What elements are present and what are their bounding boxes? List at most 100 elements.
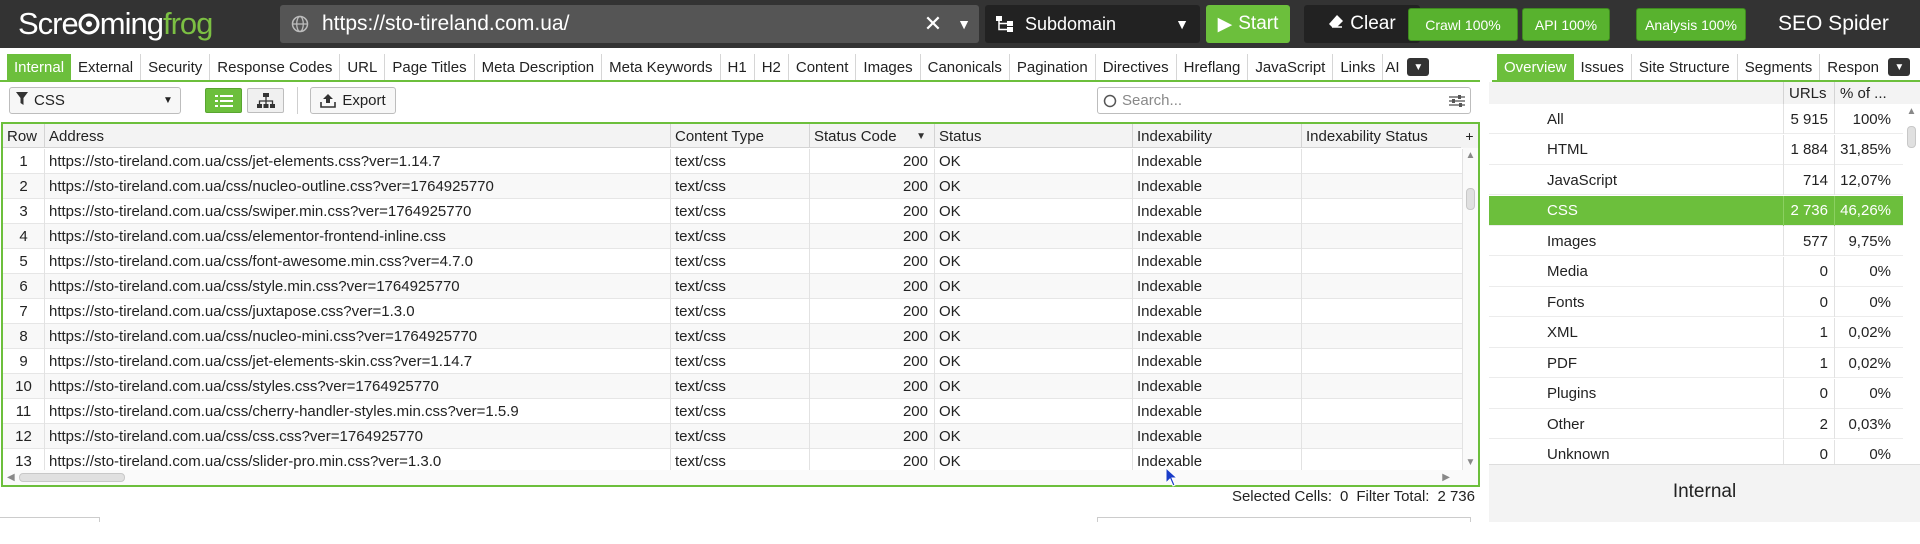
cell-status[interactable]: OK <box>935 349 1133 374</box>
cell-content-type[interactable]: text/css <box>671 349 810 374</box>
cell-status-code[interactable]: 200 <box>810 424 935 449</box>
table-row[interactable]: 5 https://sto-tireland.com.ua/css/font-aw… <box>3 249 1463 274</box>
tab-hreflang[interactable]: Hreflang <box>1177 54 1249 80</box>
tab-links[interactable]: Links <box>1333 54 1384 80</box>
cell-indexability[interactable]: Indexable <box>1133 149 1302 174</box>
cell-row[interactable]: 8 <box>3 324 45 349</box>
tab-pagination[interactable]: Pagination <box>1010 54 1096 80</box>
cell-content-type[interactable]: text/css <box>671 324 810 349</box>
tab-issues[interactable]: Issues <box>1574 54 1632 80</box>
col-percent[interactable]: % of ... <box>1834 82 1894 104</box>
overview-row-xml[interactable]: XML 1 0,02% <box>1489 317 1903 348</box>
tab-directives[interactable]: Directives <box>1096 54 1177 80</box>
cell-row[interactable]: 12 <box>3 424 45 449</box>
tab-url[interactable]: URL <box>340 54 386 80</box>
table-row[interactable]: 13 https://sto-tireland.com.ua/css/slider… <box>3 449 1463 470</box>
tab-h1[interactable]: H1 <box>721 54 755 80</box>
scroll-down-icon[interactable]: ▼ <box>1463 457 1478 468</box>
cell-address[interactable]: https://sto-tireland.com.ua/css/juxtapos… <box>45 299 671 324</box>
tab-javascript[interactable]: JavaScript <box>1248 54 1334 80</box>
cell-indexability[interactable]: Indexable <box>1133 299 1302 324</box>
table-row[interactable]: 7 https://sto-tireland.com.ua/css/juxtapo… <box>3 299 1463 324</box>
cell-indexability[interactable]: Indexable <box>1133 224 1302 249</box>
more-right-tabs-chevron-icon[interactable]: ▼ <box>1888 58 1911 76</box>
cell-indexability[interactable]: Indexable <box>1133 324 1302 349</box>
cell-status[interactable]: OK <box>935 299 1133 324</box>
cell-status-code[interactable]: 200 <box>810 324 935 349</box>
cell-content-type[interactable]: text/css <box>671 249 810 274</box>
cell-content-type[interactable]: text/css <box>671 374 810 399</box>
table-row[interactable]: 10 https://sto-tireland.com.ua/css/styles… <box>3 374 1463 399</box>
crawl-mode-select[interactable]: Subdomain ▼ <box>985 5 1200 43</box>
scroll-up-icon[interactable]: ▲ <box>1463 150 1478 161</box>
cell-content-type[interactable]: text/css <box>671 299 810 324</box>
table-row[interactable]: 2 https://sto-tireland.com.ua/css/nucleo-… <box>3 174 1463 199</box>
scroll-up-icon[interactable]: ▲ <box>1903 106 1920 117</box>
overview-row-css[interactable]: CSS 2 736 46,26% <box>1489 195 1903 226</box>
horizontal-scrollbar[interactable]: ◀ ▶ <box>3 470 1478 485</box>
cell-address[interactable]: https://sto-tireland.com.ua/css/nucleo-m… <box>45 324 671 349</box>
cell-row[interactable]: 13 <box>3 449 45 470</box>
tab-images[interactable]: Images <box>856 54 921 80</box>
cell-content-type[interactable]: text/css <box>671 274 810 299</box>
overview-row-fonts[interactable]: Fonts 0 0% <box>1489 287 1903 317</box>
col-status-code[interactable]: Status Code ▼ <box>810 124 935 148</box>
cell-indexability-status[interactable] <box>1302 299 1463 324</box>
cell-status-code[interactable]: 200 <box>810 174 935 199</box>
cell-address[interactable]: https://sto-tireland.com.ua/css/style.mi… <box>45 274 671 299</box>
cell-status-code[interactable]: 200 <box>810 274 935 299</box>
overview-row-plugins[interactable]: Plugins 0 0% <box>1489 378 1903 409</box>
tab-response-codes[interactable]: Response Codes <box>210 54 341 80</box>
cell-status-code[interactable]: 200 <box>810 299 935 324</box>
cell-indexability-status[interactable] <box>1302 324 1463 349</box>
url-input[interactable]: https://sto-tireland.com.ua/ <box>320 12 917 36</box>
overview-row-images[interactable]: Images 577 9,75% <box>1489 226 1903 256</box>
cell-address[interactable]: https://sto-tireland.com.ua/css/cherry-h… <box>45 399 671 424</box>
cell-status[interactable]: OK <box>935 249 1133 274</box>
cell-content-type[interactable]: text/css <box>671 149 810 174</box>
cell-indexability[interactable]: Indexable <box>1133 349 1302 374</box>
cell-row[interactable]: 1 <box>3 149 45 174</box>
overview-row-pdf[interactable]: PDF 1 0,02% <box>1489 348 1903 378</box>
cell-indexability-status[interactable] <box>1302 149 1463 174</box>
cell-address[interactable]: https://sto-tireland.com.ua/css/font-awe… <box>45 249 671 274</box>
cell-row[interactable]: 2 <box>3 174 45 199</box>
cell-indexability[interactable]: Indexable <box>1133 249 1302 274</box>
cell-address[interactable]: https://sto-tireland.com.ua/css/jet-elem… <box>45 149 671 174</box>
search-input[interactable] <box>1122 92 1444 109</box>
cell-row[interactable]: 5 <box>3 249 45 274</box>
cell-indexability[interactable]: Indexable <box>1133 199 1302 224</box>
cell-status[interactable]: OK <box>935 399 1133 424</box>
overview-row-html[interactable]: HTML 1 884 31,85% <box>1489 134 1903 165</box>
cell-status[interactable]: OK <box>935 424 1133 449</box>
tab-response-times[interactable]: Respon <box>1820 54 1886 80</box>
cell-address[interactable]: https://sto-tireland.com.ua/css/elemento… <box>45 224 671 249</box>
tab-meta-description[interactable]: Meta Description <box>475 54 603 80</box>
table-row[interactable]: 4 https://sto-tireland.com.ua/css/element… <box>3 224 1463 249</box>
col-status[interactable]: Status <box>935 124 1133 148</box>
cell-indexability-status[interactable] <box>1302 274 1463 299</box>
overview-row-media[interactable]: Media 0 0% <box>1489 256 1903 287</box>
scroll-thumb[interactable] <box>1907 126 1916 148</box>
cell-status-code[interactable]: 200 <box>810 374 935 399</box>
cell-status-code[interactable]: 200 <box>810 399 935 424</box>
export-button[interactable]: Export <box>310 87 396 114</box>
col-indexability-status[interactable]: Indexability Status <box>1302 124 1463 148</box>
cell-indexability[interactable]: Indexable <box>1133 424 1302 449</box>
cell-indexability-status[interactable] <box>1302 249 1463 274</box>
cell-status-code[interactable]: 200 <box>810 149 935 174</box>
cell-status[interactable]: OK <box>935 174 1133 199</box>
cell-indexability-status[interactable] <box>1302 199 1463 224</box>
tab-page-titles[interactable]: Page Titles <box>385 54 475 80</box>
cell-row[interactable]: 3 <box>3 199 45 224</box>
vertical-scrollbar[interactable]: ▲ ▼ <box>1463 148 1478 470</box>
tab-internal[interactable]: Internal <box>7 54 72 80</box>
tab-site-structure[interactable]: Site Structure <box>1632 54 1738 80</box>
cell-indexability-status[interactable] <box>1302 349 1463 374</box>
cell-indexability-status[interactable] <box>1302 424 1463 449</box>
cell-indexability-status[interactable] <box>1302 224 1463 249</box>
clear-url-icon[interactable]: ✕ <box>917 11 949 37</box>
col-row[interactable]: Row <box>3 124 45 148</box>
hscroll-thumb[interactable] <box>19 473 125 482</box>
cell-indexability-status[interactable] <box>1302 449 1463 470</box>
